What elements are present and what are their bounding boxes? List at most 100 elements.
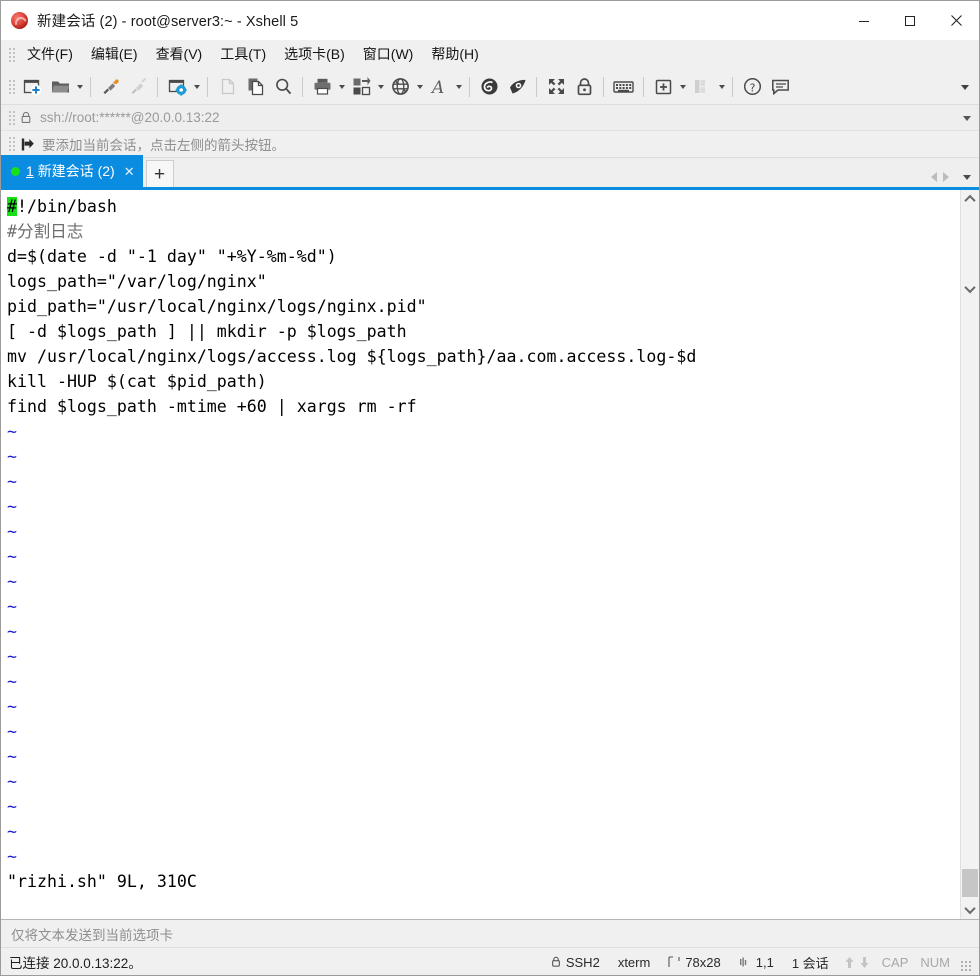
title-bar: 新建会话 (2) - root@server3:~ - Xshell 5 (1, 1, 979, 40)
terminal-scrollbar[interactable] (960, 190, 979, 919)
scroll-down-indicator[interactable] (961, 280, 979, 298)
tab-session-1[interactable]: 1 新建会话 (2) ✕ (1, 155, 143, 187)
terminal-line: ~ (7, 644, 960, 669)
maximize-button[interactable] (887, 1, 933, 40)
address-input[interactable]: ssh://root:******@20.0.0.13:22 (40, 110, 220, 125)
comment-icon[interactable] (766, 72, 794, 102)
globe-icon[interactable] (386, 72, 414, 102)
copy-icon[interactable] (241, 72, 269, 102)
font-icon[interactable]: A (425, 72, 453, 102)
toolbar-separator (157, 76, 158, 97)
terminal-size-icon (668, 956, 680, 967)
window-title: 新建会话 (2) - root@server3:~ - Xshell 5 (37, 14, 299, 30)
hint-gripper-icon[interactable] (7, 135, 15, 153)
add-session-arrow-icon[interactable] (20, 137, 35, 152)
disconnect-plug-icon[interactable] (124, 72, 152, 102)
triangle-right-icon[interactable] (943, 172, 949, 182)
terminal-line: [ -d $logs_path ] || mkdir -p $logs_path (7, 322, 407, 341)
menu-tools[interactable]: 工具(T) (211, 40, 275, 69)
status-size: 78x28 (659, 955, 729, 970)
terminal-line: ~ (7, 419, 960, 444)
layout-icon[interactable] (688, 72, 716, 102)
keyboard-icon[interactable] (609, 72, 638, 102)
menu-gripper-icon[interactable] (7, 45, 15, 64)
terminal-line: ~ (7, 544, 960, 569)
scrollbar-thumb[interactable] (962, 869, 978, 897)
terminal-output[interactable]: #!/bin/bash #分割日志 d=$(date -d "-1 day" "+%… (1, 190, 960, 919)
add-to-folder-dropdown[interactable] (677, 74, 688, 100)
xshell-logo-icon (11, 12, 28, 29)
close-button[interactable] (933, 1, 979, 40)
menu-help[interactable]: 帮助(H) (422, 40, 487, 69)
menu-window[interactable]: 窗口(W) (354, 40, 423, 69)
open-folder-icon[interactable] (46, 72, 74, 102)
toolbar-separator (90, 76, 91, 97)
xagent-icon[interactable] (503, 72, 531, 102)
menu-file[interactable]: 文件(F) (18, 40, 82, 69)
triangle-left-icon[interactable] (931, 172, 937, 182)
toolbar-gripper-icon[interactable] (7, 77, 15, 96)
layout-dropdown[interactable] (716, 74, 727, 100)
minimize-button[interactable] (841, 1, 887, 40)
connect-plug-icon[interactable] (96, 72, 124, 102)
toolbar-separator (469, 76, 470, 97)
hint-text: 要添加当前会话，点击左侧的箭头按钮。 (42, 138, 285, 153)
help-icon[interactable]: ? (738, 72, 766, 102)
hint-bar: 要添加当前会话，点击左侧的箭头按钮。 (1, 131, 979, 158)
scroll-down-button[interactable] (961, 901, 979, 919)
lock-icon[interactable] (570, 72, 598, 102)
terminal-line: ~ (7, 669, 960, 694)
paste-plain-icon[interactable] (213, 72, 241, 102)
chevron-down-icon[interactable] (963, 174, 971, 180)
terminal-line: pid_path="/usr/local/nginx/logs/nginx.pi… (7, 297, 427, 316)
terminal-line: ~ (7, 819, 960, 844)
open-folder-dropdown[interactable] (74, 74, 85, 100)
xftp-icon[interactable] (475, 72, 503, 102)
toolbar-overflow-button[interactable] (955, 69, 975, 105)
toolbar-separator (643, 76, 644, 97)
address-dropdown-button[interactable] (963, 105, 971, 131)
font-dropdown[interactable] (453, 74, 464, 100)
svg-text:A: A (430, 78, 444, 97)
menu-tabs[interactable]: 选项卡(B) (275, 40, 354, 69)
toolbar-separator (536, 76, 537, 97)
status-size-label: 78x28 (685, 954, 721, 970)
scroll-up-button[interactable] (961, 190, 979, 208)
lock-icon (552, 956, 560, 967)
terminal-line: ~ (7, 519, 960, 544)
tilde-marker: ~ (7, 747, 17, 766)
session-properties-dropdown[interactable] (191, 74, 202, 100)
terminal-line: logs_path="/var/log/nginx" (7, 272, 267, 291)
status-transfer-arrows (838, 956, 876, 969)
find-icon[interactable] (269, 72, 297, 102)
menu-edit[interactable]: 编辑(E) (82, 40, 147, 69)
resize-grip-icon[interactable] (960, 960, 973, 973)
terminal-comment: #分割日志 (7, 222, 84, 241)
tilde-marker: ~ (7, 422, 17, 441)
tab-label: 1 新建会话 (2) (26, 161, 115, 181)
new-session-icon[interactable] (18, 72, 46, 102)
address-gripper-icon[interactable] (7, 108, 15, 127)
status-bar: 已连接 20.0.0.13:22。 SSH2 xterm 78x28 1,1 1… (1, 947, 979, 975)
tilde-marker: ~ (7, 447, 17, 466)
terminal-line: ~ (7, 469, 960, 494)
print-icon[interactable] (308, 72, 336, 102)
add-to-folder-icon[interactable] (649, 72, 677, 102)
file-transfer-icon[interactable] (347, 72, 375, 102)
tilde-marker: ~ (7, 672, 17, 691)
globe-dropdown[interactable] (414, 74, 425, 100)
terminal-line: mv /usr/local/nginx/logs/access.log ${lo… (7, 347, 697, 366)
tilde-marker: ~ (7, 647, 17, 666)
session-properties-icon[interactable] (163, 72, 191, 102)
fullscreen-icon[interactable] (542, 72, 570, 102)
file-transfer-dropdown[interactable] (375, 74, 386, 100)
svg-text:?: ? (749, 81, 755, 94)
menu-view[interactable]: 查看(V) (147, 40, 212, 69)
close-icon[interactable]: ✕ (124, 165, 135, 178)
status-protocol: SSH2 (542, 955, 609, 970)
print-dropdown[interactable] (336, 74, 347, 100)
new-tab-button[interactable]: + (145, 160, 174, 187)
status-caps-lock: CAP (881, 954, 909, 970)
send-to-tab-bar[interactable]: 仅将文本发送到当前选项卡 (1, 919, 979, 947)
terminal-line: ~ (7, 619, 960, 644)
